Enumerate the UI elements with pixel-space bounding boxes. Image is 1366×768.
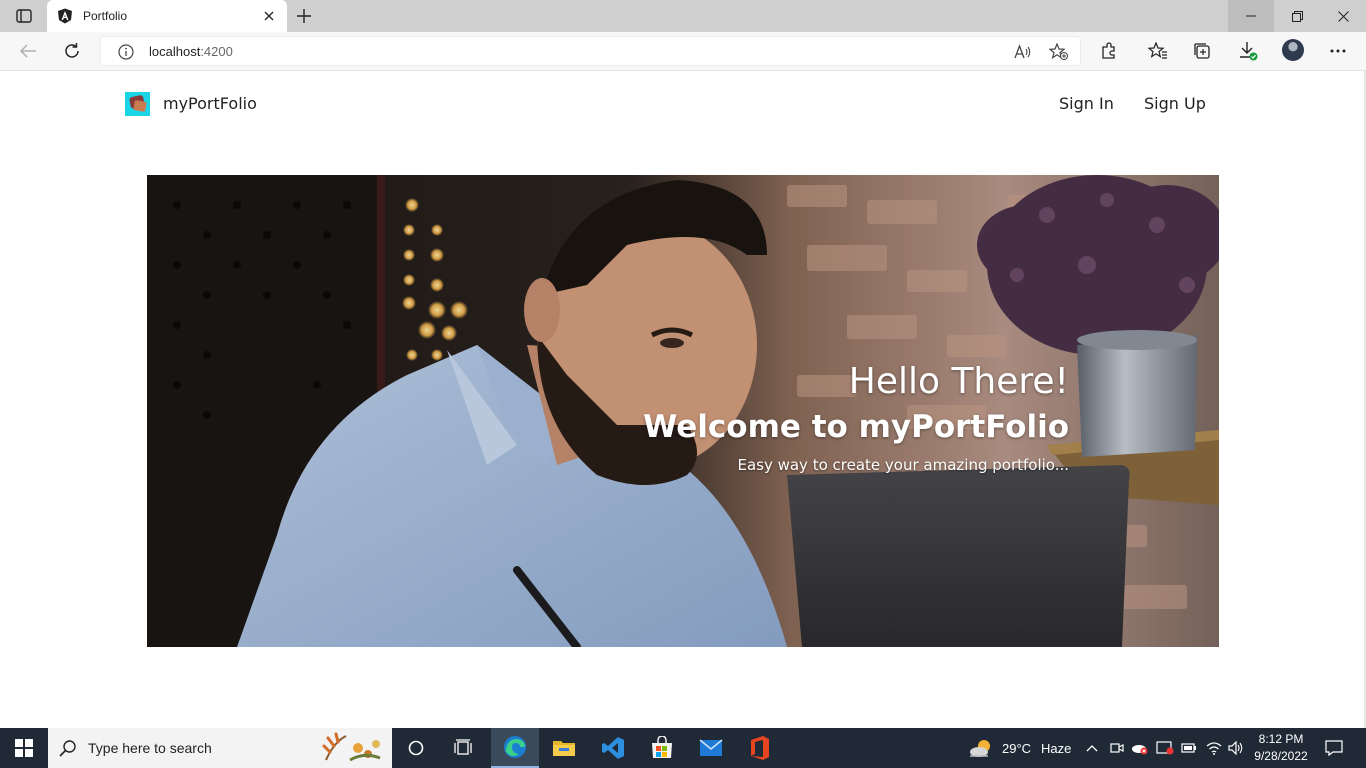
search-placeholder: Type here to search — [88, 740, 212, 756]
chevron-up-icon[interactable] — [1086, 728, 1098, 768]
minimize-icon[interactable] — [1228, 0, 1274, 32]
hero-text: Hello There! Welcome to myPortFolio Easy… — [643, 361, 1069, 475]
url-text[interactable]: localhost:4200 — [149, 44, 233, 59]
sign-up-link[interactable]: Sign Up — [1144, 94, 1206, 113]
new-tab-icon[interactable] — [292, 5, 316, 27]
close-window-icon[interactable] — [1320, 0, 1366, 32]
download-icon[interactable] — [1234, 38, 1262, 64]
windows-taskbar: Type here to search 29°C Haze 8:12 PM 9/… — [0, 728, 1366, 768]
weather-haze-icon — [970, 740, 990, 757]
clock-date: 9/28/2022 — [1254, 749, 1308, 763]
wifi-icon[interactable] — [1206, 728, 1222, 768]
onedrive-icon[interactable] — [1130, 728, 1150, 768]
security-icon[interactable] — [1156, 728, 1174, 768]
hero-title: Hello There! — [848, 361, 1069, 402]
tab-title: Portfolio — [83, 9, 128, 23]
system-clock[interactable]: 8:12 PM 9/28/2022 — [1250, 731, 1312, 765]
battery-icon[interactable] — [1181, 728, 1197, 768]
office-icon[interactable] — [736, 728, 784, 768]
close-tab-icon[interactable] — [261, 8, 277, 24]
profile-avatar[interactable] — [1282, 39, 1304, 61]
meet-now-icon[interactable] — [1110, 728, 1124, 768]
site-navbar: myPortFolio Sign In Sign Up — [0, 71, 1364, 137]
windows-start-icon[interactable] — [0, 728, 48, 768]
restore-icon[interactable] — [1274, 0, 1320, 32]
more-icon[interactable] — [1324, 38, 1352, 64]
favorite-add-icon[interactable] — [1049, 42, 1069, 62]
browser-tab[interactable]: Portfolio — [47, 0, 287, 32]
mail-icon[interactable] — [687, 728, 735, 768]
hero-subtitle: Welcome to myPortFolio — [643, 409, 1069, 445]
favorites-icon[interactable] — [1144, 38, 1172, 64]
read-aloud-icon[interactable] — [1013, 42, 1033, 62]
collections-icon[interactable] — [1188, 38, 1216, 64]
weather-temp: 29°C — [1002, 740, 1032, 756]
search-highlight-icon — [322, 732, 381, 762]
url-port: :4200 — [200, 44, 233, 59]
hero-banner: Hello There! Welcome to myPortFolio Easy… — [147, 175, 1219, 647]
back-arrow-icon[interactable] — [14, 38, 42, 64]
window-controls — [1228, 0, 1366, 32]
url-host: localhost — [149, 44, 201, 59]
notification-icon[interactable] — [1318, 728, 1350, 768]
browser-toolbar: localhost:4200 — [0, 32, 1366, 71]
file-explorer-icon[interactable] — [540, 728, 588, 768]
browser-tab-bar: Portfolio — [0, 0, 1366, 32]
cortana-icon[interactable] — [392, 728, 440, 768]
address-bar[interactable]: localhost:4200 — [100, 36, 1081, 66]
extensions-icon[interactable] — [1095, 38, 1123, 64]
taskbar-search-box[interactable]: Type here to search — [48, 728, 392, 768]
refresh-icon[interactable] — [58, 38, 86, 64]
task-view-icon[interactable] — [440, 728, 488, 768]
vscode-icon[interactable] — [589, 728, 637, 768]
edge-icon[interactable] — [491, 728, 539, 768]
tab-actions-icon[interactable] — [8, 5, 40, 27]
brand-logo[interactable] — [125, 92, 150, 116]
clock-time: 8:12 PM — [1258, 732, 1304, 746]
weather-desc: Haze — [1041, 740, 1072, 756]
volume-icon[interactable] — [1228, 728, 1244, 768]
search-icon — [48, 728, 88, 768]
hero-tagline: Easy way to create your amazing portfoli… — [737, 456, 1069, 474]
info-icon[interactable] — [117, 43, 135, 61]
weather-widget[interactable]: 29°C Haze — [968, 728, 1071, 768]
brand-name[interactable]: myPortFolio — [163, 94, 257, 113]
angular-icon — [57, 8, 73, 24]
sign-in-link[interactable]: Sign In — [1059, 94, 1114, 113]
store-icon[interactable] — [638, 728, 686, 768]
